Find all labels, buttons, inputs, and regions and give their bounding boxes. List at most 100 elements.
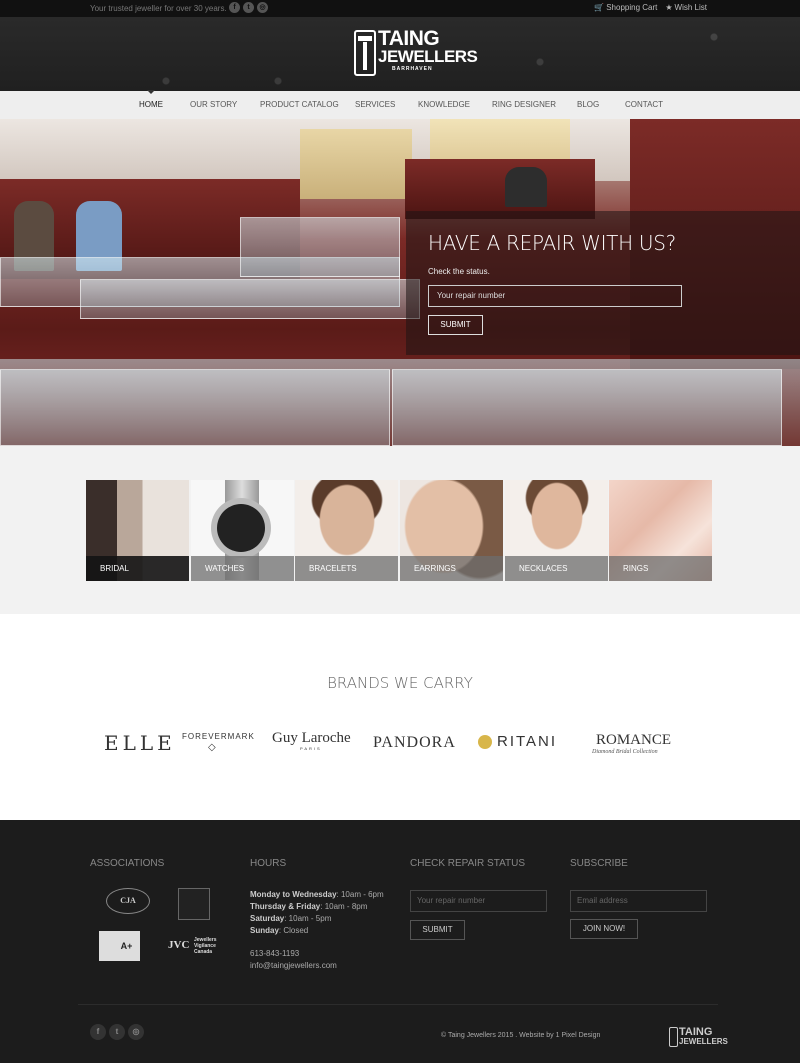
nav-item-services[interactable]: SERVICES	[355, 100, 395, 109]
twitter-icon[interactable]: t	[243, 2, 254, 13]
guy-laroche-subline: PARIS	[300, 746, 322, 751]
repair-subtitle: Check the status.	[428, 267, 490, 276]
site-logo[interactable]: TAING JEWELLERS BARRHAVEN	[354, 28, 478, 80]
hours-time: : 10am - 8pm	[320, 902, 368, 911]
jvc-mark: JVC	[168, 939, 190, 951]
logo-line-2: JEWELLERS	[378, 47, 478, 66]
hero-glass-case	[0, 369, 390, 446]
main-nav: HOME OUR STORY PRODUCT CATALOG SERVICES …	[0, 90, 800, 119]
brand-logo-pandora[interactable]: PANDORA	[373, 734, 456, 752]
romance-subline: Diamond Bridal Collection	[592, 749, 658, 755]
category-tiles: BRIDAL WATCHES BRACELETS EARRINGS NECKLA…	[0, 446, 800, 614]
hero-glass-case	[392, 369, 782, 446]
hero-glass-case	[80, 279, 420, 319]
subscribe-button[interactable]: JOIN NOW!	[570, 919, 638, 939]
hours-day: Sunday	[250, 926, 279, 935]
hours-heading: HOURS	[250, 858, 287, 869]
hours-row: Sunday: Closed	[250, 925, 384, 937]
hero-store-back-case	[405, 159, 595, 219]
hours-day: Saturday	[250, 914, 285, 923]
brand-logo-guy-laroche[interactable]: Guy Laroche	[272, 730, 351, 747]
hours-day: Monday to Wednesday	[250, 890, 337, 899]
repair-submit-button[interactable]: SUBMIT	[428, 315, 483, 335]
category-tile-bridal[interactable]: BRIDAL	[86, 480, 189, 581]
watch-face	[217, 504, 265, 552]
repair-status-panel: HAVE A REPAIR WITH US? Check the status.…	[406, 211, 800, 355]
logo-line-3: BARRHAVEN	[392, 66, 433, 72]
hours-row: Thursday & Friday: 10am - 8pm	[250, 901, 384, 913]
instagram-icon[interactable]: ◎	[128, 1024, 144, 1040]
brand-logo-forevermark[interactable]: FOREVERMARK	[182, 732, 255, 742]
twitter-icon[interactable]: t	[109, 1024, 125, 1040]
facebook-icon[interactable]: f	[229, 2, 240, 13]
repair-number-input[interactable]: Your repair number	[428, 285, 682, 307]
footer-repair-submit-button[interactable]: SUBMIT	[410, 920, 465, 940]
category-tile-necklaces[interactable]: NECKLACES	[505, 480, 608, 581]
hero-banner: HAVE A REPAIR WITH US? Check the status.…	[0, 119, 800, 446]
footer-logo-line-2: JEWELLERS	[679, 1037, 728, 1046]
contact-info: 613-843-1193 info@taingjewellers.com	[250, 948, 337, 972]
forevermark-diamond-icon: ◇	[208, 742, 216, 753]
top-bar: Your trusted jeweller for over 30 years.…	[0, 0, 800, 17]
footer-logo[interactable]: TAING JEWELLERS	[669, 1026, 728, 1048]
brand-logo-ritani[interactable]: RITANI	[497, 733, 557, 750]
brands-heading: BRANDS WE CARRY	[327, 674, 473, 692]
nav-item-ring-designer[interactable]: RING DESIGNER	[492, 100, 556, 109]
shopping-cart-link[interactable]: 🛒 Shopping Cart	[594, 3, 657, 12]
footer-social-links: f t ◎	[90, 1024, 144, 1040]
category-tile-bracelets[interactable]: BRACELETS	[295, 480, 398, 581]
bbb-badge[interactable]: A+	[99, 931, 140, 961]
category-label: EARRINGS	[400, 556, 503, 581]
shopping-cart-label: Shopping Cart	[606, 3, 658, 12]
email-link[interactable]: info@taingjewellers.com	[250, 960, 337, 972]
category-tile-earrings[interactable]: EARRINGS	[400, 480, 503, 581]
hero-glass-case	[240, 217, 400, 277]
bbb-rating: A+	[120, 941, 133, 951]
hours-day: Thursday & Friday	[250, 902, 321, 911]
tagline: Your trusted jeweller for over 30 years.	[90, 4, 227, 13]
copyright: © Taing Jewellers 2015 . Website by 1 Pi…	[441, 1032, 601, 1039]
instagram-icon[interactable]: ◎	[257, 2, 268, 13]
hours-time: : Closed	[278, 926, 309, 935]
hero-store-column	[300, 129, 412, 199]
category-label: NECKLACES	[505, 556, 608, 581]
category-tile-rings[interactable]: RINGS	[609, 480, 712, 581]
star-icon: ★	[665, 3, 673, 12]
site-footer: ASSOCIATIONS CJA A+ JVC Jewellers Vigila…	[0, 820, 800, 1063]
nav-item-product-catalog[interactable]: PRODUCT CATALOG	[260, 100, 339, 109]
subscribe-heading: SUBSCRIBE	[570, 858, 628, 869]
diamond-council-badge-icon[interactable]	[178, 888, 210, 920]
associations-heading: ASSOCIATIONS	[90, 858, 165, 869]
nav-item-our-story[interactable]: OUR STORY	[190, 100, 237, 109]
check-repair-heading: CHECK REPAIR STATUS	[410, 858, 526, 869]
footer-divider	[78, 1004, 718, 1005]
phone-number[interactable]: 613-843-1193	[250, 948, 337, 960]
logo-t-mark-icon	[354, 30, 376, 76]
hours-row: Saturday: 10am - 5pm	[250, 913, 384, 925]
nav-item-contact[interactable]: CONTACT	[625, 100, 663, 109]
category-tile-watches[interactable]: WATCHES	[191, 480, 294, 581]
nav-item-knowledge[interactable]: KNOWLEDGE	[418, 100, 470, 109]
brands-section: BRANDS WE CARRY ELLE FOREVERMARK ◇ Guy L…	[0, 614, 800, 820]
hours-row: Monday to Wednesday: 10am - 6pm	[250, 889, 384, 901]
category-label: WATCHES	[191, 556, 294, 581]
nav-item-blog[interactable]: BLOG	[577, 100, 599, 109]
category-label: RINGS	[609, 556, 712, 581]
wish-list-link[interactable]: ★ Wish List	[665, 3, 707, 12]
wish-list-label: Wish List	[674, 3, 707, 12]
cja-badge[interactable]: CJA	[106, 888, 150, 914]
nav-item-home[interactable]: HOME	[139, 90, 163, 109]
subscribe-email-input[interactable]: Email address	[570, 890, 707, 912]
footer-repair-input[interactable]: Your repair number	[410, 890, 547, 912]
jvc-badge[interactable]: JVC Jewellers Vigilance Canada	[168, 935, 220, 961]
facebook-icon[interactable]: f	[90, 1024, 106, 1040]
category-label: BRACELETS	[295, 556, 398, 581]
hero-person	[505, 167, 547, 207]
brand-logo-elle[interactable]: ELLE	[104, 732, 176, 754]
brand-logo-romance[interactable]: ROMANCE	[596, 732, 671, 749]
jvc-text: Jewellers Vigilance Canada	[194, 937, 217, 955]
cart-icon: 🛒	[594, 3, 605, 12]
top-links: 🛒 Shopping Cart ★ Wish List	[594, 3, 707, 12]
hours-time: : 10am - 6pm	[336, 890, 384, 899]
top-social-links: f t ◎	[229, 2, 268, 13]
